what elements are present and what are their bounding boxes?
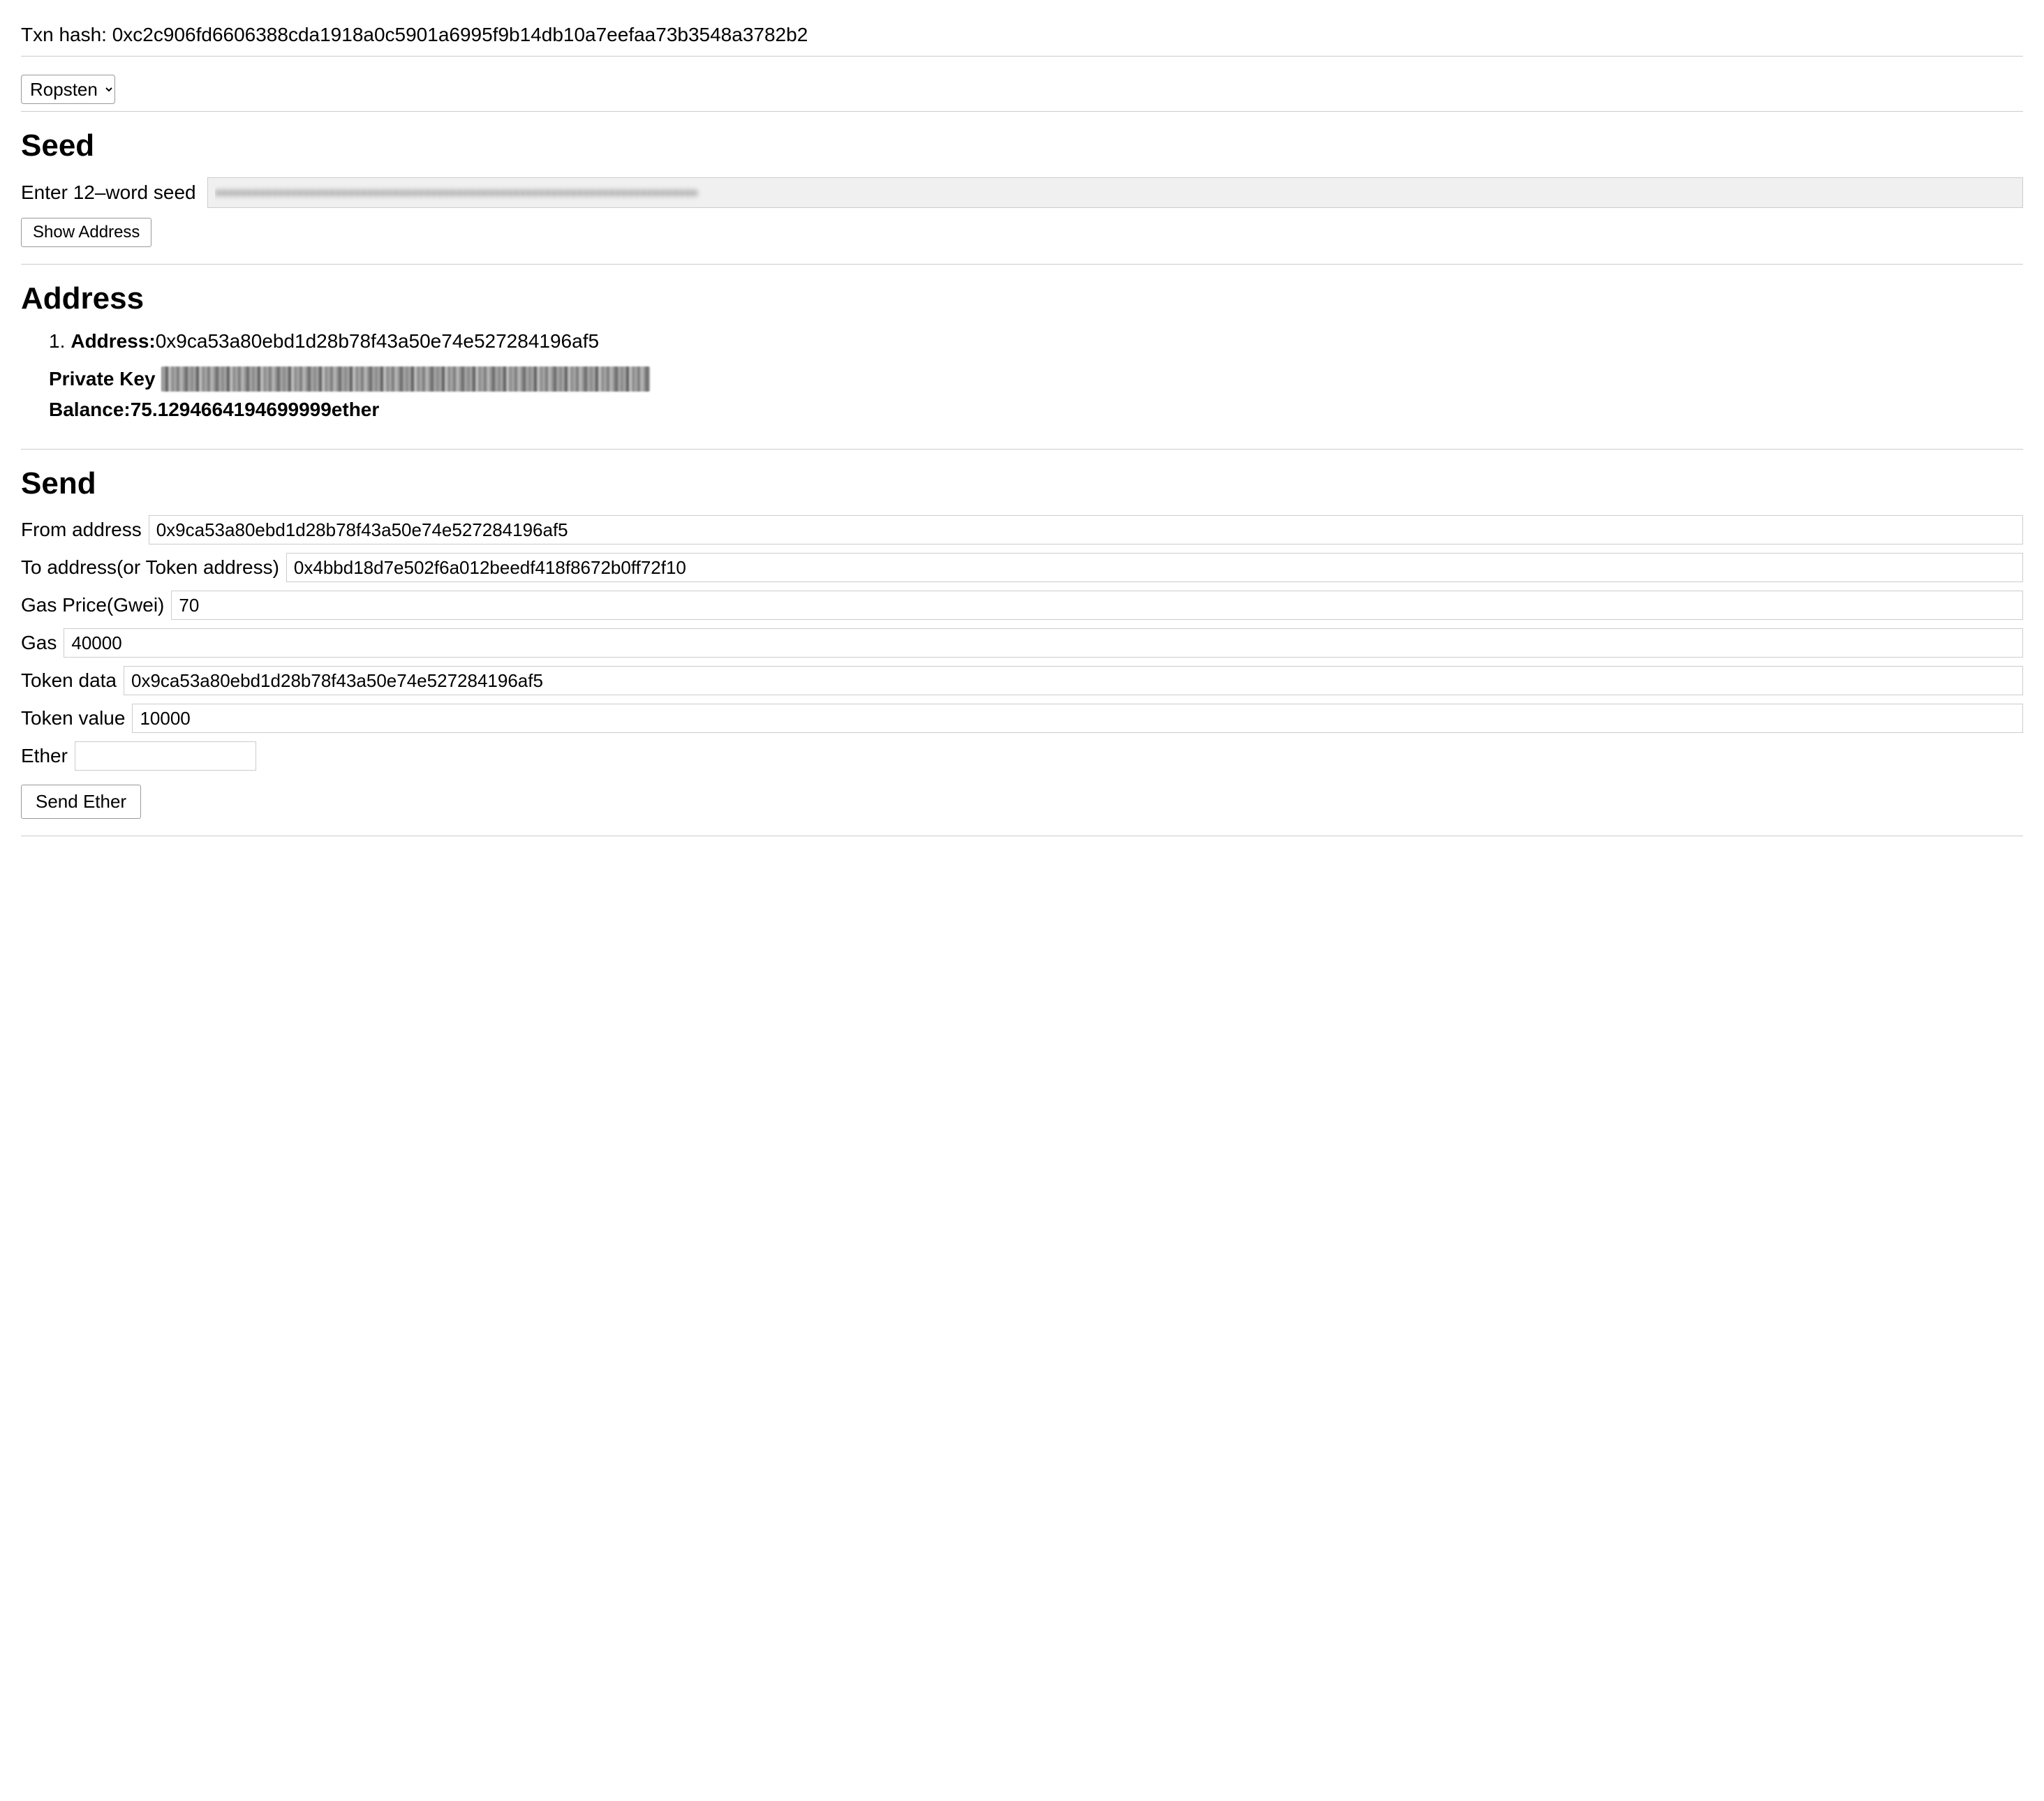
- from-address-label: From address: [21, 519, 142, 541]
- address-item: 1. Address:0x9ca53a80ebd1d28b78f43a50e74…: [49, 330, 2023, 421]
- send-section: Send From address To address(or Token ad…: [21, 466, 2023, 836]
- seed-row: Enter 12–word seed: [21, 177, 2023, 208]
- private-key-blur: [161, 366, 650, 392]
- addr-label: Address:: [71, 330, 155, 352]
- balance-value: 75.1294664194699999ether: [131, 399, 380, 420]
- gas-price-label: Gas Price(Gwei): [21, 594, 164, 616]
- from-address-row: From address: [21, 515, 2023, 544]
- ether-input[interactable]: [75, 741, 256, 771]
- token-value-label: Token value: [21, 707, 125, 729]
- send-ether-button[interactable]: Send Ether: [21, 785, 141, 819]
- to-address-input[interactable]: [286, 553, 2023, 582]
- token-data-input[interactable]: [124, 666, 2023, 695]
- gas-row: Gas: [21, 628, 2023, 658]
- seed-label: Enter 12–word seed: [21, 181, 196, 204]
- token-value-input[interactable]: [132, 704, 2023, 733]
- gas-input[interactable]: [64, 628, 2023, 658]
- balance-line: Balance:75.1294664194699999ether: [49, 399, 2023, 421]
- seed-input[interactable]: [207, 177, 2023, 208]
- address-title: Address: [21, 281, 2023, 316]
- address-list: 1. Address:0x9ca53a80ebd1d28b78f43a50e74…: [49, 330, 2023, 421]
- to-address-label: To address(or Token address): [21, 556, 279, 579]
- from-address-input[interactable]: [149, 515, 2023, 544]
- token-data-row: Token data: [21, 666, 2023, 695]
- addr-value: 0x9ca53a80ebd1d28b78f43a50e74e527284196a…: [156, 330, 599, 352]
- addr-number: 1.: [49, 330, 65, 353]
- address-section: Address 1. Address:0x9ca53a80ebd1d28b78f…: [21, 281, 2023, 450]
- private-key-row: Private Key: [49, 366, 2023, 392]
- txn-hash-value: 0xc2c906fd6606388cda1918a0c5901a6995f9b1…: [112, 24, 808, 45]
- send-title: Send: [21, 466, 2023, 501]
- private-key-label: Private Key: [49, 368, 156, 390]
- gas-label: Gas: [21, 632, 57, 654]
- network-select[interactable]: Ropsten Mainnet Kovan Rinkeby: [21, 75, 115, 104]
- gas-price-row: Gas Price(Gwei): [21, 591, 2023, 620]
- to-address-row: To address(or Token address): [21, 553, 2023, 582]
- ether-label: Ether: [21, 745, 68, 767]
- show-address-button[interactable]: Show Address: [21, 218, 151, 247]
- token-value-row: Token value: [21, 704, 2023, 733]
- network-row: Ropsten Mainnet Kovan Rinkeby: [21, 68, 2023, 112]
- gas-price-input[interactable]: [171, 591, 2023, 620]
- balance-label: Balance:: [49, 399, 131, 420]
- txn-hash-label: Txn hash:: [21, 24, 107, 45]
- token-data-label: Token data: [21, 669, 117, 692]
- addr-header: 1. Address:0x9ca53a80ebd1d28b78f43a50e74…: [49, 330, 2023, 360]
- ether-row: Ether: [21, 741, 2023, 771]
- seed-section: Seed Enter 12–word seed Show Address: [21, 128, 2023, 265]
- txn-hash: Txn hash: 0xc2c906fd6606388cda1918a0c590…: [21, 14, 2023, 57]
- seed-title: Seed: [21, 128, 2023, 163]
- addr-line: Address:0x9ca53a80ebd1d28b78f43a50e74e52…: [71, 330, 599, 353]
